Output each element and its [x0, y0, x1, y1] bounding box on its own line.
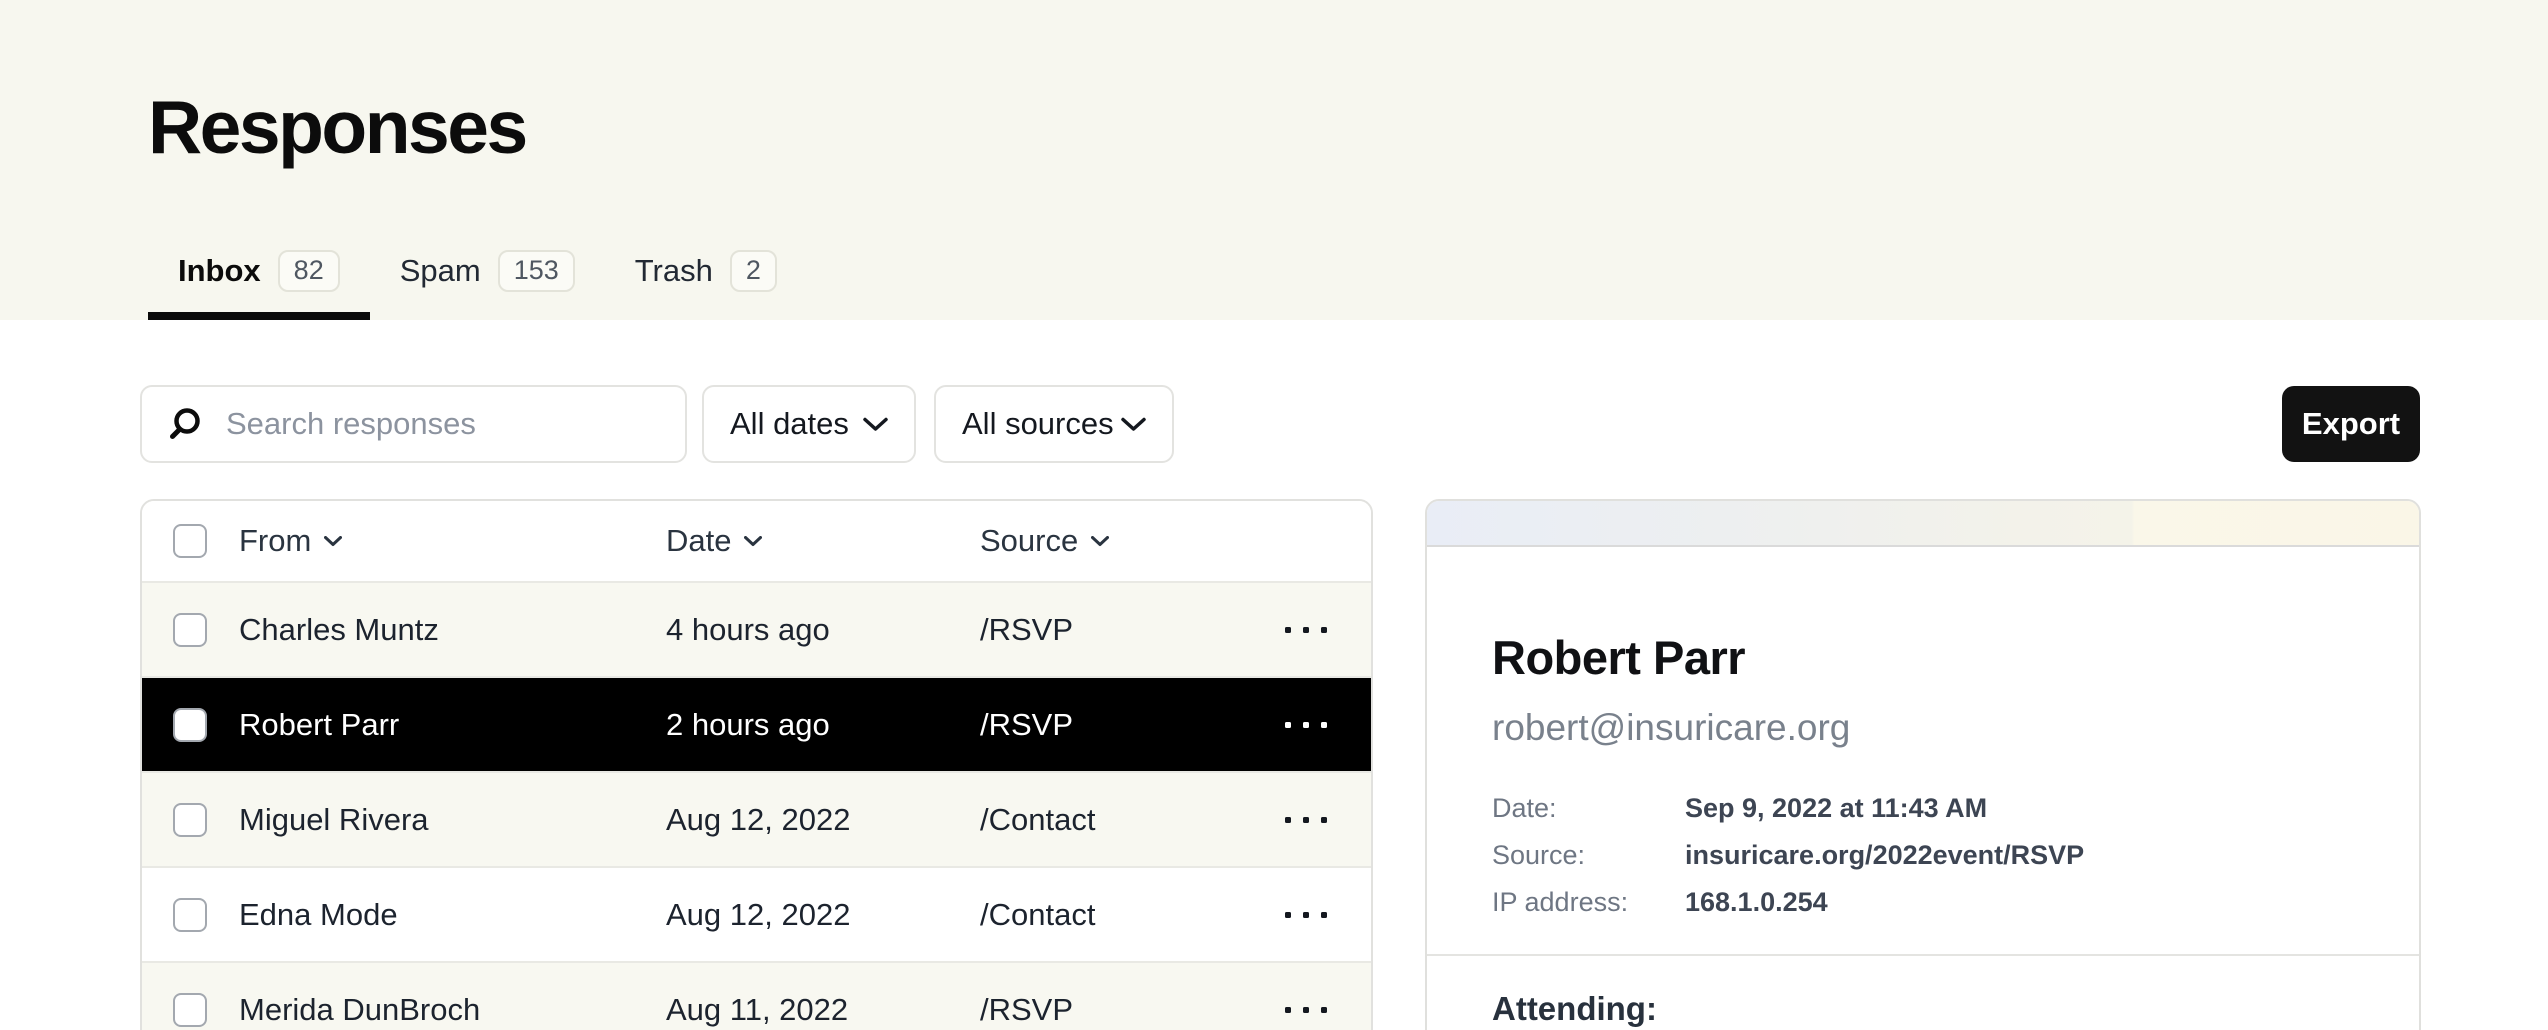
- detail-name: Robert Parr: [1492, 630, 2354, 686]
- row-date: 4 hours ago: [666, 612, 980, 648]
- detail-email: robert@insuricare.org: [1492, 706, 2354, 750]
- sort-chevron-icon: [1091, 536, 1109, 547]
- row-from: Robert Parr: [239, 707, 666, 743]
- source-filter-value: All sources: [962, 406, 1114, 442]
- row-from: Charles Muntz: [239, 612, 666, 648]
- chevron-down-icon: [863, 417, 888, 432]
- chevron-down-icon: [1121, 417, 1146, 432]
- table-row[interactable]: Charles Muntz 4 hours ago /RSVP: [142, 581, 1371, 676]
- select-all-checkbox[interactable]: [173, 524, 207, 558]
- meta-row-ip: IP address: 168.1.0.254: [1492, 886, 2354, 918]
- row-checkbox[interactable]: [173, 708, 207, 742]
- date-filter-select[interactable]: All dates: [702, 385, 916, 463]
- row-date: 2 hours ago: [666, 707, 980, 743]
- row-menu-button[interactable]: [1275, 712, 1337, 738]
- meta-label: Date:: [1492, 792, 1685, 824]
- tab-trash-label: Trash: [635, 253, 713, 289]
- row-checkbox[interactable]: [173, 613, 207, 647]
- row-source: /RSVP: [980, 707, 1241, 743]
- source-filter-select[interactable]: All sources: [934, 385, 1174, 463]
- meta-value: 168.1.0.254: [1685, 886, 1828, 918]
- row-source: /RSVP: [980, 612, 1241, 648]
- row-source: /RSVP: [980, 992, 1241, 1028]
- meta-value: Sep 9, 2022 at 11:43 AM: [1685, 792, 1987, 824]
- table-row[interactable]: Edna Mode Aug 12, 2022 /Contact: [142, 866, 1371, 961]
- table-header-row: From Date Source: [142, 501, 1371, 581]
- row-source: /Contact: [980, 802, 1241, 838]
- tab-bar: Inbox 82 Spam 153 Trash 2: [148, 250, 807, 320]
- row-date: Aug 12, 2022: [666, 802, 980, 838]
- sort-chevron-icon: [744, 536, 762, 547]
- meta-label: IP address:: [1492, 886, 1685, 918]
- tab-inbox-count-badge: 82: [278, 250, 340, 292]
- row-menu-button[interactable]: [1275, 807, 1337, 833]
- row-date: Aug 12, 2022: [666, 897, 980, 933]
- toolbar: Search responses All dates All sources E…: [140, 385, 2420, 463]
- column-header-date[interactable]: Date: [666, 523, 980, 559]
- row-checkbox[interactable]: [173, 803, 207, 837]
- table-row[interactable]: Miguel Rivera Aug 12, 2022 /Contact: [142, 771, 1371, 866]
- row-checkbox[interactable]: [173, 898, 207, 932]
- tab-spam-count-badge: 153: [498, 250, 575, 292]
- row-from: Edna Mode: [239, 897, 666, 933]
- row-source: /Contact: [980, 897, 1241, 933]
- sort-chevron-icon: [324, 536, 342, 547]
- search-icon: [168, 407, 202, 441]
- row-checkbox[interactable]: [173, 993, 207, 1027]
- date-filter-value: All dates: [730, 406, 849, 442]
- row-menu-button[interactable]: [1275, 997, 1337, 1023]
- responses-page: Responses Inbox 82 Spam 153 Trash 2: [0, 0, 2548, 1030]
- search-placeholder: Search responses: [226, 406, 476, 442]
- row-date: Aug 11, 2022: [666, 992, 980, 1028]
- tab-trash[interactable]: Trash 2: [605, 250, 807, 320]
- response-detail-panel: Robert Parr robert@insuricare.org Date: …: [1425, 499, 2421, 1030]
- row-menu-button[interactable]: [1275, 902, 1337, 928]
- export-button[interactable]: Export: [2282, 386, 2420, 462]
- tab-spam[interactable]: Spam 153: [370, 250, 605, 320]
- tab-trash-count-badge: 2: [730, 250, 777, 292]
- meta-row-source: Source: insuricare.org/2022event/RSVP: [1492, 839, 2354, 871]
- detail-header-gradient: [1427, 501, 2419, 547]
- meta-value: insuricare.org/2022event/RSVP: [1685, 839, 2084, 871]
- search-input[interactable]: Search responses: [140, 385, 687, 463]
- responses-table: From Date Source Charles Muntz: [140, 499, 1373, 1030]
- detail-divider: [1427, 954, 2419, 956]
- detail-meta-list: Date: Sep 9, 2022 at 11:43 AM Source: in…: [1492, 792, 2354, 918]
- tab-spam-label: Spam: [400, 253, 481, 289]
- table-row[interactable]: Merida DunBroch Aug 11, 2022 /RSVP: [142, 961, 1371, 1030]
- meta-label: Source:: [1492, 839, 1685, 871]
- column-header-from[interactable]: From: [239, 523, 666, 559]
- header-band: Responses Inbox 82 Spam 153 Trash 2: [0, 0, 2548, 320]
- meta-row-date: Date: Sep 9, 2022 at 11:43 AM: [1492, 792, 2354, 824]
- row-from: Miguel Rivera: [239, 802, 666, 838]
- table-row-selected[interactable]: Robert Parr 2 hours ago /RSVP: [142, 676, 1371, 771]
- page-title: Responses: [148, 84, 526, 170]
- row-menu-button[interactable]: [1275, 617, 1337, 643]
- tab-inbox[interactable]: Inbox 82: [148, 250, 370, 320]
- row-from: Merida DunBroch: [239, 992, 666, 1028]
- column-header-source[interactable]: Source: [980, 523, 1241, 559]
- tab-inbox-label: Inbox: [178, 253, 261, 289]
- attending-section-heading: Attending:: [1492, 990, 2354, 1028]
